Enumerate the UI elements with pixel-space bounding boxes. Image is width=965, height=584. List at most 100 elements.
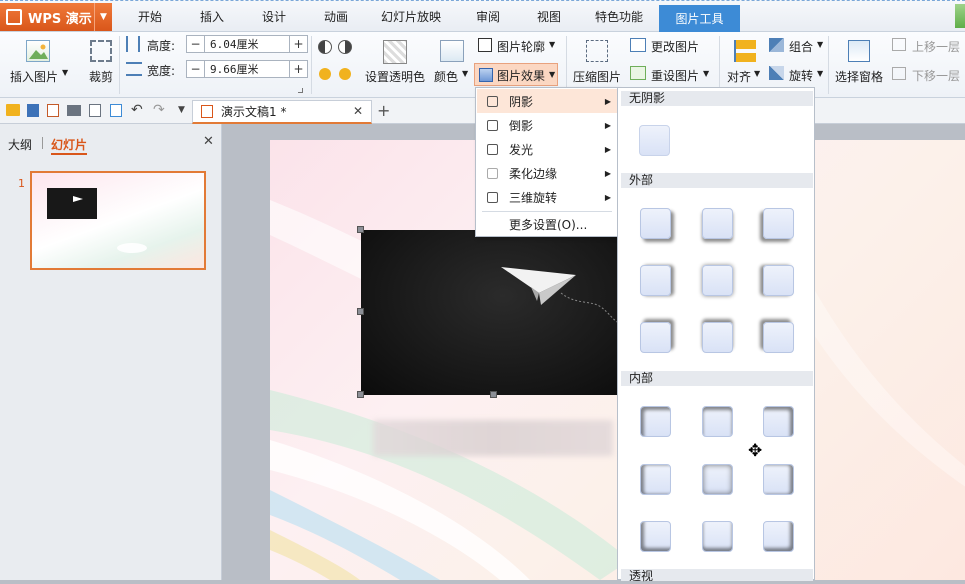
export-pdf-icon[interactable]	[47, 104, 59, 117]
shadow-option-inner-5[interactable]	[702, 464, 733, 495]
shadow-option-inner-6[interactable]	[763, 464, 794, 495]
shadow-option-inner-4[interactable]	[640, 464, 671, 495]
new-tab-icon[interactable]: +	[377, 101, 390, 120]
shadow-option-inner-3[interactable]	[763, 406, 794, 437]
shadow-option-none[interactable]	[639, 125, 670, 156]
tab-insert[interactable]: 插入	[187, 8, 237, 25]
print-icon[interactable]	[67, 105, 81, 116]
insert-picture-icon[interactable]	[26, 40, 50, 62]
shadow-option-outer-9[interactable]	[763, 322, 794, 353]
plus-icon[interactable]: +	[289, 36, 307, 52]
bring-forward-icon[interactable]	[892, 38, 906, 51]
customize-toolbar-icon[interactable]: ▼	[178, 105, 185, 115]
bring-forward-button[interactable]: 上移一层	[912, 38, 960, 55]
shadow-option-outer-6[interactable]	[763, 265, 794, 296]
shadow-option-outer-3[interactable]	[763, 208, 794, 239]
shadow-option-inner-7[interactable]	[640, 521, 671, 552]
outline-tab[interactable]: 大纲	[8, 136, 32, 153]
menu-item-reflection[interactable]: 倒影 ▶	[477, 113, 617, 137]
tab-home[interactable]: 开始	[125, 8, 175, 25]
menu-item-soft-edges[interactable]: 柔化边缘 ▶	[477, 161, 617, 185]
tab-design[interactable]: 设计	[249, 8, 299, 25]
selection-pane-button[interactable]: 选择窗格	[835, 68, 883, 85]
width-field[interactable]: − 9.66厘米 +	[186, 60, 308, 78]
brightness-down-icon[interactable]	[339, 68, 351, 80]
compress-icon[interactable]	[586, 40, 608, 62]
align-button[interactable]: 对齐	[727, 68, 751, 85]
close-icon[interactable]: ✕	[353, 104, 363, 118]
resize-handle[interactable]	[357, 226, 364, 233]
chevron-down-icon[interactable]: ▼	[94, 3, 112, 31]
menu-item-glow[interactable]: 发光 ▶	[477, 137, 617, 161]
slide-thumbnail[interactable]	[30, 171, 206, 270]
sidebar-handle-icon[interactable]	[955, 4, 965, 28]
plus-icon[interactable]: +	[289, 61, 307, 77]
selected-picture[interactable]	[361, 230, 619, 395]
group-button[interactable]: 组合	[789, 38, 813, 55]
shadow-option-outer-1[interactable]	[640, 208, 671, 239]
chevron-down-icon[interactable]: ▼	[462, 69, 468, 78]
minus-icon[interactable]: −	[187, 36, 205, 52]
chevron-down-icon[interactable]: ▼	[817, 40, 823, 49]
selection-pane-icon[interactable]	[848, 40, 870, 62]
shadow-option-inner-2[interactable]	[702, 406, 733, 437]
color-icon[interactable]	[440, 40, 464, 62]
chevron-down-icon[interactable]: ▼	[754, 69, 760, 78]
color-button[interactable]: 颜色	[434, 68, 458, 85]
chevron-down-icon[interactable]: ▼	[817, 69, 823, 78]
align-icon[interactable]	[734, 40, 756, 62]
print-preview-icon[interactable]	[89, 104, 101, 117]
undo-icon[interactable]: ↶	[131, 102, 143, 118]
rotate-button[interactable]: 旋转	[789, 67, 813, 84]
dialog-launcher-icon[interactable]	[298, 88, 303, 93]
compress-picture-button[interactable]: 压缩图片	[573, 68, 621, 85]
open-icon[interactable]	[6, 104, 20, 116]
shadow-option-inner-1[interactable]	[640, 406, 671, 437]
save-icon[interactable]	[27, 104, 39, 117]
contrast-up-icon[interactable]	[318, 40, 332, 54]
minus-icon[interactable]: −	[187, 61, 205, 77]
reset-picture-button[interactable]: 重设图片	[651, 67, 699, 84]
send-backward-icon[interactable]	[892, 67, 906, 80]
send-backward-button[interactable]: 下移一层	[912, 67, 960, 84]
chevron-down-icon[interactable]: ▼	[62, 68, 68, 77]
tab-features[interactable]: 特色功能	[588, 8, 650, 25]
picture-outline-icon[interactable]	[478, 38, 492, 52]
rotate-icon[interactable]	[769, 66, 784, 80]
menu-item-more-settings[interactable]: 更多设置(O)...	[477, 212, 617, 236]
picture-outline-button[interactable]: 图片轮廓	[497, 38, 545, 55]
menu-item-3d-rotation[interactable]: 三维旋转 ▶	[477, 185, 617, 209]
resize-handle[interactable]	[490, 391, 497, 398]
tab-picture-tools[interactable]: 图片工具	[659, 5, 740, 32]
change-picture-icon[interactable]	[630, 38, 646, 52]
shadow-option-outer-7[interactable]	[640, 322, 671, 353]
change-picture-button[interactable]: 更改图片	[651, 38, 699, 55]
shadow-option-inner-8[interactable]	[702, 521, 733, 552]
crop-button[interactable]: 裁剪	[89, 68, 113, 85]
chevron-down-icon[interactable]: ▼	[549, 40, 555, 49]
menu-item-shadow[interactable]: 阴影 ▶	[477, 89, 617, 113]
set-transparent-icon[interactable]	[383, 40, 407, 64]
insert-picture-button[interactable]: 插入图片	[10, 68, 58, 85]
width-value[interactable]: 9.66厘米	[205, 61, 289, 77]
reset-picture-icon[interactable]	[630, 66, 646, 80]
shadow-option-inner-9[interactable]	[763, 521, 794, 552]
height-field[interactable]: − 6.04厘米 +	[186, 35, 308, 53]
shadow-option-outer-8[interactable]	[702, 322, 733, 353]
contrast-down-icon[interactable]	[338, 40, 352, 54]
document-tab[interactable]: 演示文稿1 * ✕	[192, 100, 372, 124]
picture-effects-button[interactable]: 图片效果 ▼	[474, 63, 558, 86]
tab-review[interactable]: 审阅	[463, 8, 513, 25]
tab-slideshow[interactable]: 幻灯片放映	[375, 8, 447, 25]
resize-handle[interactable]	[357, 391, 364, 398]
shadow-option-outer-2[interactable]	[702, 208, 733, 239]
shadow-option-outer-5[interactable]	[702, 265, 733, 296]
shadow-option-outer-4[interactable]	[640, 265, 671, 296]
brightness-up-icon[interactable]	[319, 68, 331, 80]
slides-tab[interactable]: 幻灯片	[51, 136, 88, 155]
wps-menu-button[interactable]: WPS 演示 ▼	[0, 3, 112, 31]
tab-view[interactable]: 视图	[524, 8, 574, 25]
resize-handle[interactable]	[357, 308, 364, 315]
tab-animation[interactable]: 动画	[311, 8, 361, 25]
spellcheck-icon[interactable]	[110, 104, 122, 117]
